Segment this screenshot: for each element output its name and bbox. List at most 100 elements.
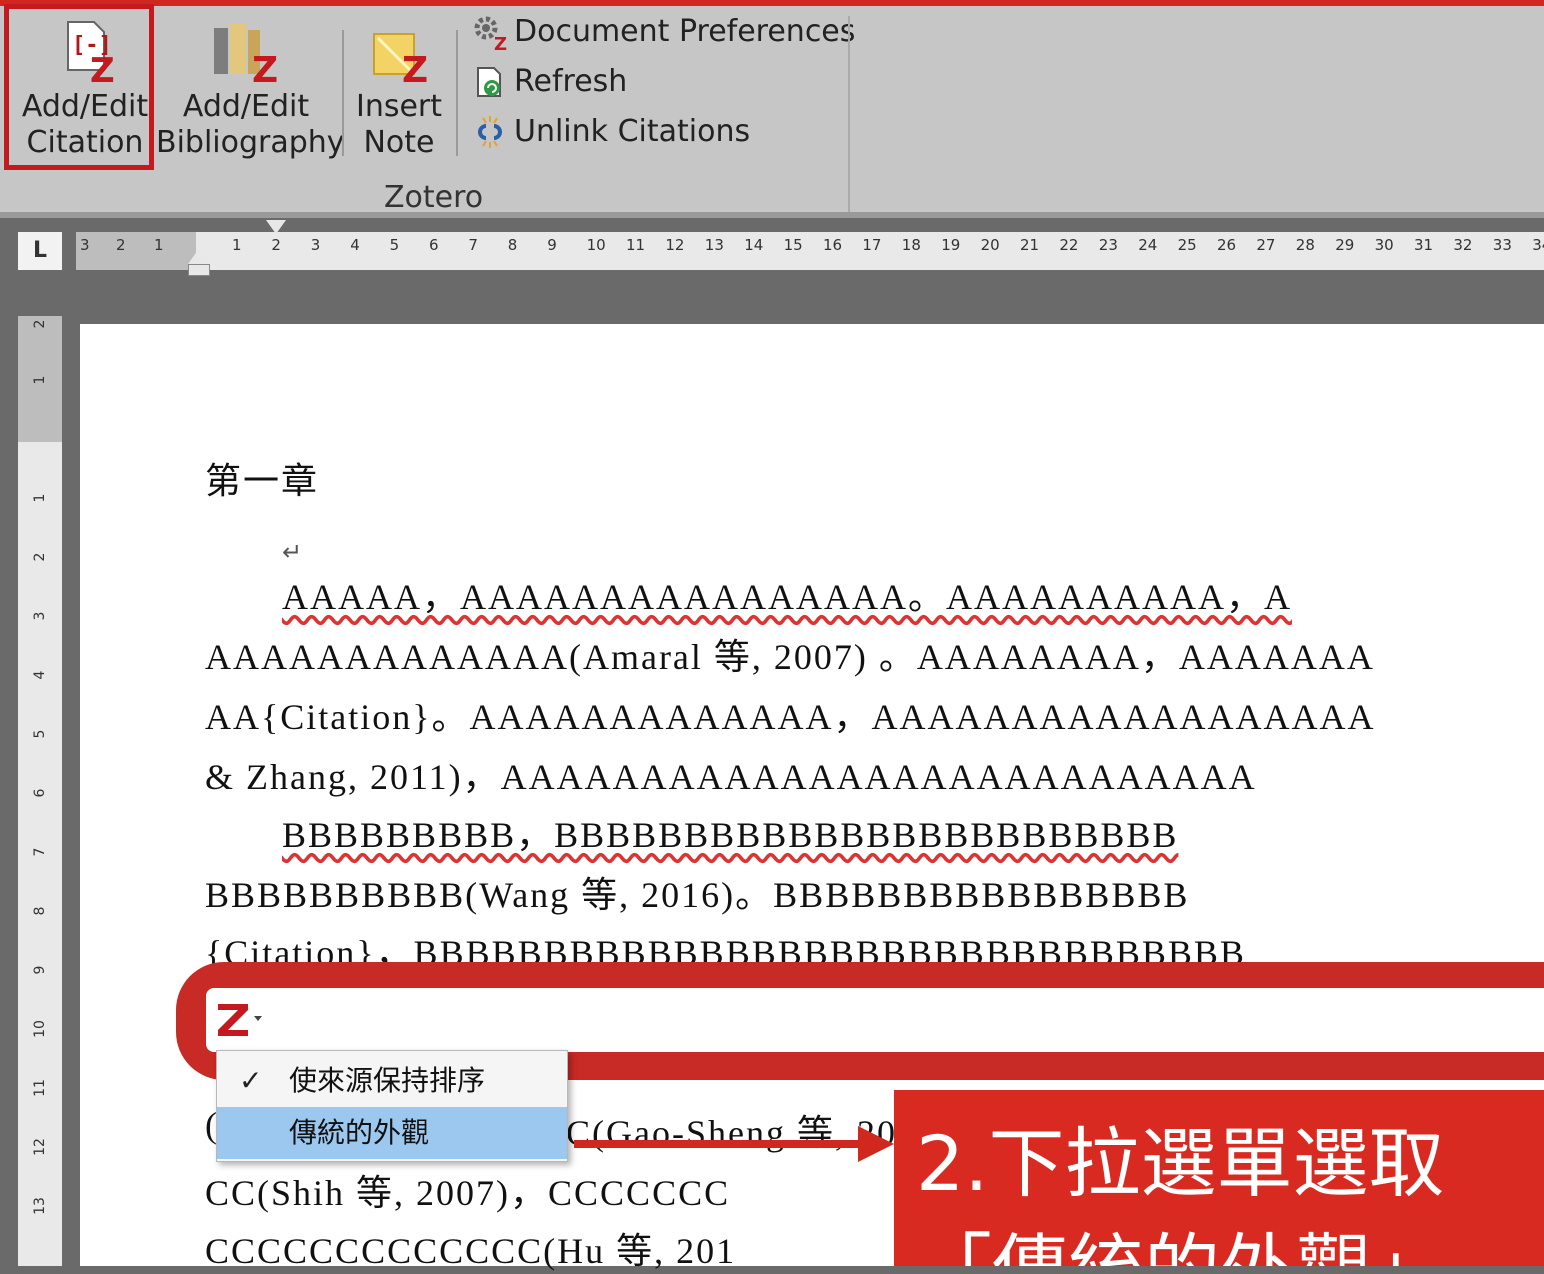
ruler-label: 19 bbox=[941, 236, 961, 254]
ruler-label: 16 bbox=[823, 236, 843, 254]
ruler-label: 17 bbox=[862, 236, 882, 254]
vertical-ruler-label: 1 bbox=[32, 493, 48, 503]
vertical-ruler: 2 1 1 2 3 4 5 6 7 8 9 10 11 12 13 bbox=[18, 316, 62, 1266]
ribbon: [-] Z Add/Edit Citation Z Add/Edit Bibli… bbox=[0, 0, 1544, 218]
document-preferences-label: Document Preferences bbox=[514, 14, 856, 49]
gear-icon: Z bbox=[470, 12, 510, 55]
svg-text:Z: Z bbox=[494, 34, 507, 52]
bibliography-books-icon: Z bbox=[206, 18, 286, 91]
ruler-label: 24 bbox=[1138, 236, 1158, 254]
indent-marker-box[interactable] bbox=[188, 264, 210, 276]
document-line: & Zhang, 2011)，AAAAAAAAAAAAAAAAAAAAAAAAA… bbox=[205, 757, 1257, 797]
ruler-label: 10 bbox=[586, 236, 606, 254]
document-line: AAAAA，AAAAAAAAAAAAAAAA。AAAAAAAAAA，A bbox=[282, 577, 1292, 617]
vertical-ruler-label: 12 bbox=[32, 1138, 48, 1156]
refresh-icon bbox=[470, 62, 510, 102]
ruler-label: 14 bbox=[744, 236, 764, 254]
document-line: AA{Citation}。AAAAAAAAAAAAA，AAAAAAAAAAAAA… bbox=[205, 697, 1376, 737]
unlink-icon bbox=[470, 112, 510, 152]
chapter-heading: 第一章 bbox=[205, 461, 320, 501]
ruler-left-margin bbox=[76, 232, 196, 270]
document-line: CCCCCCCCCCCCC(Hu 等, 201 bbox=[205, 1231, 737, 1271]
vertical-ruler-label: 5 bbox=[32, 729, 48, 739]
insert-note-button[interactable]: Z Insert Note bbox=[352, 14, 446, 162]
ruler-label: 27 bbox=[1256, 236, 1276, 254]
vertical-ruler-label: 8 bbox=[32, 906, 48, 916]
vertical-ruler-label: 13 bbox=[32, 1197, 48, 1215]
insert-note-label-2: Note bbox=[363, 125, 435, 160]
document-line: CC(Shih 等, 2007)，CCCCCCC bbox=[205, 1173, 731, 1213]
ruler-label: 23 bbox=[1098, 236, 1118, 254]
document-line: AAAAAAAAAAAAA(Amaral 等, 2007) 。AAAAAAAA，… bbox=[205, 637, 1375, 677]
add-edit-bibliography-label-1: Add/Edit bbox=[182, 89, 310, 124]
svg-text:Z: Z bbox=[252, 50, 278, 84]
ruler-label: 2 bbox=[271, 236, 281, 254]
ruler-label: 8 bbox=[507, 236, 518, 254]
ruler-label: 20 bbox=[980, 236, 1000, 254]
vertical-ruler-label: 1 bbox=[32, 375, 48, 385]
ruler-label: 6 bbox=[429, 236, 439, 254]
document-line: C(Gao-Sheng 等, 20 bbox=[566, 1113, 897, 1153]
document-line: BBBBBBBBBB(Wang 等, 2016)。BBBBBBBBBBBBBBB… bbox=[205, 875, 1190, 915]
callout-line-2: 「傳統的外觀」 bbox=[916, 1208, 1448, 1266]
ruler-label: 25 bbox=[1177, 236, 1197, 254]
ruler-label: 29 bbox=[1335, 236, 1355, 254]
vertical-ruler-label: 6 bbox=[32, 788, 48, 798]
ruler-label: 18 bbox=[901, 236, 921, 254]
indent-marker[interactable] bbox=[188, 250, 208, 264]
vertical-ruler-label: 3 bbox=[32, 611, 48, 621]
vertical-ruler-label: 2 bbox=[32, 319, 48, 329]
document-line: BBBBBBBBB，BBBBBBBBBBBBBBBBBBBBBBBB bbox=[282, 815, 1179, 855]
zotero-z-icon bbox=[218, 1004, 262, 1036]
ruler-label: 26 bbox=[1217, 236, 1237, 254]
ruler-label: 2 bbox=[116, 236, 126, 254]
ruler-label: 31 bbox=[1414, 236, 1434, 254]
tab-selector-button[interactable]: L bbox=[18, 232, 62, 270]
vertical-ruler-label: 4 bbox=[32, 670, 48, 680]
ruler-label: 32 bbox=[1453, 236, 1473, 254]
annotation-arrow-head bbox=[858, 1126, 894, 1162]
first-line-indent-marker[interactable] bbox=[266, 220, 286, 234]
ruler-label: 5 bbox=[389, 236, 400, 254]
ruler-label: 3 bbox=[310, 236, 321, 254]
ribbon-separator bbox=[456, 30, 458, 156]
paragraph-mark: ↵ bbox=[282, 540, 303, 566]
zotero-search-input[interactable] bbox=[206, 988, 1544, 1052]
ruler-label: 11 bbox=[626, 236, 646, 254]
ribbon-separator bbox=[342, 30, 344, 156]
menu-item-label: 使來源保持排序 bbox=[289, 1064, 486, 1097]
ruler-label: 4 bbox=[350, 236, 360, 254]
ruler-label: 21 bbox=[1020, 236, 1040, 254]
callout-line-1: 2.下拉選單選取 bbox=[916, 1119, 1445, 1208]
menu-item-classic-view[interactable]: 傳統的外觀 bbox=[217, 1107, 567, 1159]
refresh-label: Refresh bbox=[514, 64, 628, 99]
vertical-ruler-label: 7 bbox=[32, 847, 48, 857]
insert-note-icon: Z bbox=[364, 18, 434, 91]
insert-note-label-1: Insert bbox=[355, 89, 443, 124]
unlink-citations-label: Unlink Citations bbox=[514, 114, 751, 149]
zotero-options-menu: ✓ 使來源保持排序 傳統的外觀 bbox=[216, 1050, 568, 1162]
add-edit-bibliography-label-2: Bibliography bbox=[156, 125, 345, 160]
refresh-button[interactable]: Refresh bbox=[470, 62, 627, 102]
vertical-ruler-label: 11 bbox=[32, 1079, 48, 1097]
vertical-ruler-label: 10 bbox=[32, 1020, 48, 1038]
zotero-logo-dropdown-button[interactable] bbox=[214, 998, 264, 1042]
unlink-citations-button[interactable]: Unlink Citations bbox=[470, 112, 750, 152]
ruler-strip[interactable] bbox=[76, 232, 1544, 270]
ruler-label: 28 bbox=[1295, 236, 1315, 254]
vertical-ruler-label: 9 bbox=[32, 965, 48, 975]
ruler-label: 34 bbox=[1532, 236, 1544, 254]
check-icon: ✓ bbox=[239, 1064, 263, 1097]
document-preferences-button[interactable]: Z Document Preferences bbox=[470, 12, 856, 55]
ruler-label: 3 bbox=[80, 236, 90, 254]
horizontal-ruler: L 3 2 1 1 2 3 4 5 6 7 8 9 10 11 12 13 14 15 16 17 18 19 20 2… bbox=[0, 218, 1544, 276]
ruler-label: 33 bbox=[1492, 236, 1512, 254]
ruler-label: 9 bbox=[547, 236, 557, 254]
ruler-label: 12 bbox=[665, 236, 685, 254]
menu-item-keep-sources-sorted[interactable]: ✓ 使來源保持排序 bbox=[217, 1055, 567, 1107]
vertical-ruler-label: 2 bbox=[32, 552, 48, 562]
menu-item-label: 傳統的外觀 bbox=[289, 1116, 430, 1149]
annotation-callout: 2.下拉選單選取 「傳統的外觀」 bbox=[894, 1090, 1544, 1266]
add-edit-bibliography-button[interactable]: Z Add/Edit Bibliography bbox=[156, 14, 345, 162]
ruler-label: 15 bbox=[783, 236, 803, 254]
